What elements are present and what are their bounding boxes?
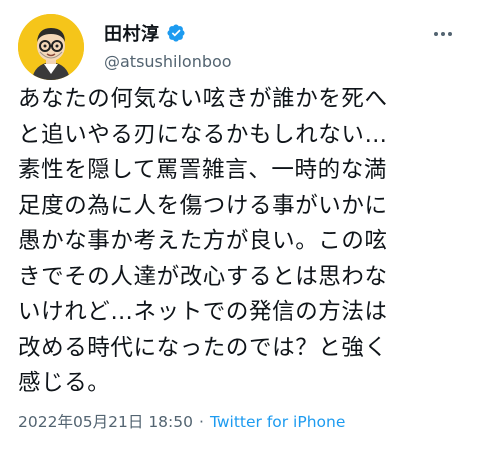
tweet-header: 田村淳 @atsushilonboo (18, 14, 462, 82)
meta-separator: · (199, 413, 204, 431)
tweet-meta: 2022年05月21日 18:50 · Twitter for iPhone (18, 410, 345, 432)
author-handle[interactable]: @atsushilonboo (104, 52, 232, 71)
more-dot (448, 32, 452, 36)
author-display-name[interactable]: 田村淳 (104, 20, 160, 46)
tweet-text-line: 素性を隠して罵詈雑言、一時的な満 (18, 157, 387, 183)
avatar-illustration-icon (18, 14, 84, 80)
tweet-timestamp[interactable]: 2022年05月21日 18:50 (18, 413, 193, 431)
tweet-source-link[interactable]: Twitter for iPhone (210, 413, 345, 431)
tweet-text: あなたの何気ない呟きが誰かを死へ と追いやる刃になるかもしれない… 素性を隠して… (18, 82, 466, 402)
more-dot (441, 32, 445, 36)
tweet-text-line: 感じる。 (18, 370, 111, 396)
tweet-text-line: 改める時代になったのでは？と強く (18, 334, 388, 361)
tweet-text-line: いけれど…ネットでの発信の方法は (18, 299, 388, 325)
tweet-text-line: きでその人達が改心するとは思わな (18, 263, 388, 290)
tweet-text-line: と追いやる刃になるかもしれない… (18, 121, 388, 148)
verified-badge-icon (166, 23, 186, 43)
author-name-row[interactable]: 田村淳 (104, 20, 186, 46)
tweet-text-line: あなたの何気ない呟きが誰かを死へ (18, 86, 388, 112)
tweet-text-line: 足度の為に人を傷つける事がいかに (18, 192, 388, 219)
more-dot (434, 32, 438, 36)
tweet-text-line: 愚かな事か考えた方が良い。この呟 (18, 228, 388, 254)
more-options-icon[interactable] (428, 24, 458, 44)
avatar[interactable] (18, 14, 84, 80)
